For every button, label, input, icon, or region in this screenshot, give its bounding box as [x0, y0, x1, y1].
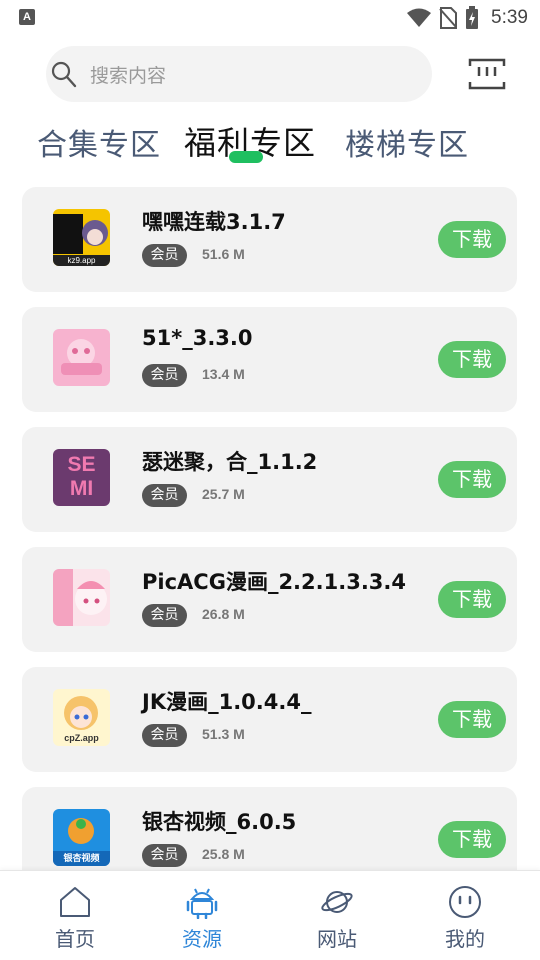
app-name: 嘿嘿连载3.1.7: [142, 210, 286, 234]
member-badge: 会员: [142, 364, 187, 387]
app-icon-caption: 银杏视频: [63, 854, 100, 864]
app-name: 51*_3.3.0: [142, 326, 253, 350]
file-size: 51.6 M: [202, 246, 245, 262]
download-button[interactable]: 下载: [438, 341, 506, 378]
bottom-nav: 首页 资源 网站 我的: [0, 870, 540, 960]
app-name: 瑟迷聚，合_1.1.2: [142, 450, 318, 474]
home-icon: [60, 887, 90, 917]
app-icon-semi: SE MI: [53, 449, 110, 506]
nav-label: 资源: [182, 927, 222, 951]
app-icon-caption: cpZ.app: [64, 733, 99, 743]
app-icon-yinxing: 银杏视频: [53, 809, 110, 866]
scan-icon[interactable]: [468, 58, 506, 90]
app-card[interactable]: kz9.app 嘿嘿连载3.1.7 会员 51.6 M 下载: [22, 187, 517, 292]
app-name: PicACG漫画_2.2.1.3.3.4: [142, 570, 406, 594]
active-tab-indicator: [229, 151, 263, 163]
app-icon-jk: cpZ.app: [53, 689, 110, 746]
no-sim-icon: [439, 7, 458, 29]
file-size: 13.4 M: [202, 366, 245, 382]
tab-stairs[interactable]: 楼梯专区: [345, 120, 469, 164]
app-card[interactable]: 51*_3.3.0 会员 13.4 M 下载: [22, 307, 517, 412]
member-badge: 会员: [142, 604, 187, 627]
status-icons: 5:39: [407, 6, 528, 30]
battery-charging-icon: [466, 6, 479, 29]
nav-profile[interactable]: 我的: [415, 871, 515, 960]
app-icon-picacg: [53, 569, 110, 626]
search-placeholder: 搜索内容: [90, 65, 167, 87]
tab-collection[interactable]: 合集专区: [37, 120, 161, 164]
app-card[interactable]: cpZ.app JK漫画_1.0.4.4_ 会员 51.3 M 下载: [22, 667, 517, 772]
status-bar: A 5:39: [0, 0, 540, 36]
download-button[interactable]: 下载: [438, 461, 506, 498]
notification-icon: A: [19, 9, 35, 25]
nav-label: 网站: [317, 927, 357, 951]
app-name: 银杏视频_6.0.5: [142, 810, 297, 834]
app-icon-caption: kz9.app: [67, 256, 96, 265]
download-button[interactable]: 下载: [438, 821, 506, 858]
nav-resources[interactable]: 资源: [152, 871, 252, 960]
app-icon-51: [53, 329, 110, 386]
app-icon-heihei: kz9.app: [53, 209, 110, 266]
nav-websites[interactable]: 网站: [287, 871, 387, 960]
file-size: 25.8 M: [202, 846, 245, 862]
file-size: 26.8 M: [202, 606, 245, 622]
planet-icon: [321, 891, 353, 913]
app-card[interactable]: SE MI 瑟迷聚，合_1.1.2 会员 25.7 M 下载: [22, 427, 517, 532]
file-size: 51.3 M: [202, 726, 245, 742]
nav-label: 首页: [55, 927, 95, 951]
android-icon: [186, 888, 218, 919]
nav-label: 我的: [445, 927, 485, 951]
app-card[interactable]: PicACG漫画_2.2.1.3.3.4 会员 26.8 M 下载: [22, 547, 517, 652]
download-button[interactable]: 下载: [438, 221, 506, 258]
nav-home[interactable]: 首页: [25, 871, 125, 960]
member-badge: 会员: [142, 724, 187, 747]
download-button[interactable]: 下载: [438, 701, 506, 738]
member-badge: 会员: [142, 484, 187, 507]
wifi-icon: [407, 8, 432, 27]
clock: 5:39: [491, 7, 528, 28]
category-tabs: 合集专区 福利专区 楼梯专区: [0, 112, 540, 172]
member-badge: 会员: [142, 844, 187, 867]
search-icon: [51, 61, 77, 88]
app-icon-caption: SE MI: [67, 453, 96, 500]
app-name: JK漫画_1.0.4.4_: [142, 690, 312, 714]
face-icon: [449, 886, 481, 918]
download-button[interactable]: 下载: [438, 581, 506, 618]
file-size: 25.7 M: [202, 486, 245, 502]
member-badge: 会员: [142, 244, 187, 267]
